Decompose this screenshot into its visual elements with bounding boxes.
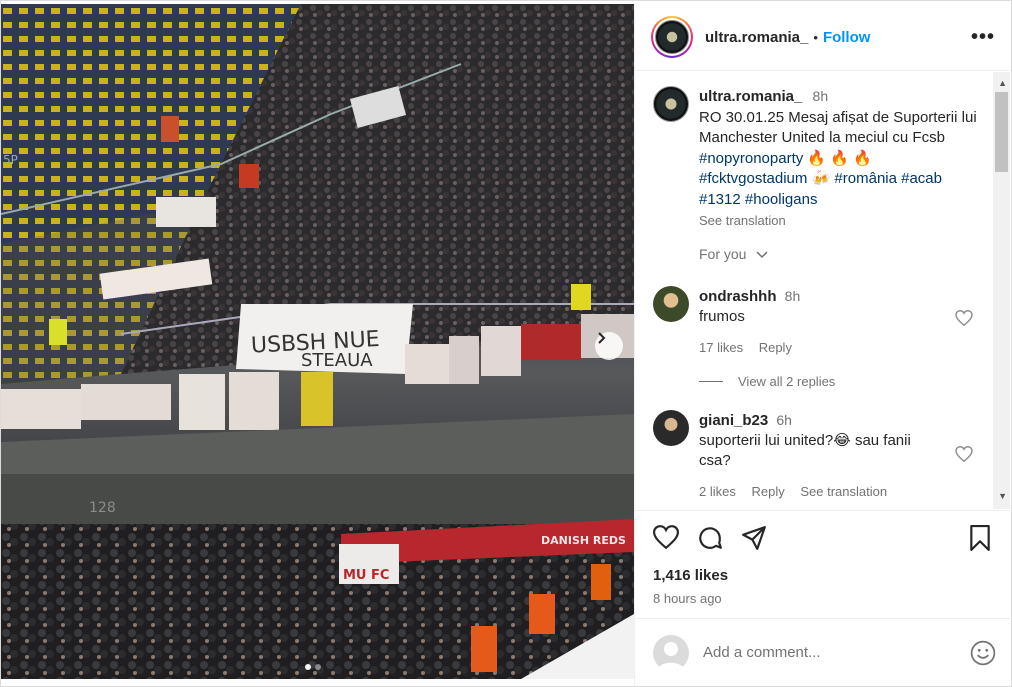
post-actions: 1,416 likes 8 hours ago	[635, 510, 1012, 618]
for-you-label: For you	[699, 246, 747, 262]
likes-count[interactable]: 1,416 likes	[653, 567, 728, 584]
hashtag-link[interactable]: #fcktvgostadium	[699, 170, 807, 187]
commenter-avatar[interactable]	[653, 286, 689, 322]
comment-item: giani_b23 6h suporterii lui united?😂 sau…	[653, 410, 973, 502]
svg-text:DANISH REDS: DANISH REDS	[541, 534, 626, 547]
scrollbar-thumb[interactable]	[995, 92, 1008, 172]
chevron-down-icon	[756, 251, 768, 259]
svg-text:STEAUA: STEAUA	[301, 350, 373, 371]
caption-avatar[interactable]	[653, 86, 689, 122]
share-send-icon[interactable]	[741, 525, 767, 551]
comment-text: suporterii lui united?😂 sau fanii csa?	[699, 432, 911, 469]
comment-likes[interactable]: 2 likes	[699, 484, 736, 499]
post-side-panel: ultra.romania_ • Follow ••• ultra.romani…	[634, 4, 1012, 686]
svg-text:5P: 5P	[3, 153, 18, 167]
hashtag-link[interactable]: #românia #acab	[834, 170, 942, 187]
user-avatar	[653, 634, 689, 671]
view-replies-link[interactable]: View all 2 replies	[699, 374, 835, 389]
author-avatar[interactable]	[651, 16, 693, 58]
like-heart-icon[interactable]	[653, 525, 679, 549]
caption: ultra.romania_ 8h RO 30.01.25 Mesaj afiș…	[653, 86, 993, 232]
commenter-username[interactable]: ondrashhh	[699, 288, 777, 305]
comments-scroll-area[interactable]: ultra.romania_ 8h RO 30.01.25 Mesaj afiș…	[635, 72, 1012, 509]
more-options-icon[interactable]: •••	[971, 26, 995, 49]
heart-icon[interactable]	[955, 446, 973, 462]
heart-icon[interactable]	[955, 310, 973, 326]
carousel-dots	[305, 664, 321, 670]
see-translation-link[interactable]: See translation	[699, 211, 993, 232]
comment-item: ondrashhh 8h frumos 17 likes Reply	[653, 286, 973, 358]
reply-button[interactable]: Reply	[759, 340, 792, 355]
comment-bubble-icon[interactable]	[697, 525, 723, 551]
beer-emoji: 🍻	[811, 170, 831, 187]
add-comment-input[interactable]: Add a comment...	[703, 644, 970, 661]
scroll-down-icon[interactable]: ▼	[998, 491, 1007, 501]
chevron-right-icon	[598, 332, 606, 344]
caption-username[interactable]: ultra.romania_	[699, 88, 802, 105]
next-image-button[interactable]	[595, 332, 623, 360]
comment-time: 6h	[776, 412, 792, 428]
commenter-avatar[interactable]	[653, 410, 689, 446]
scroll-up-icon[interactable]: ▲	[998, 78, 1007, 88]
commenter-username[interactable]: giani_b23	[699, 412, 768, 429]
post-timestamp: 8 hours ago	[653, 591, 722, 606]
flame-emoji: 🔥 🔥 🔥	[807, 149, 872, 167]
view-replies-label: View all 2 replies	[738, 374, 836, 389]
emoji-smiley-icon[interactable]	[970, 640, 996, 666]
stadium-scene: USBSH NUE STEAUA 128 5P MU FC DANISH RED…	[1, 4, 634, 679]
caption-time: 8h	[812, 88, 829, 104]
comment-text: frumos	[699, 308, 745, 325]
reply-button[interactable]: Reply	[751, 484, 784, 499]
svg-text:MU FC: MU FC	[343, 568, 389, 583]
comment-time: 8h	[784, 288, 801, 304]
post-photo[interactable]: USBSH NUE STEAUA 128 5P MU FC DANISH RED…	[1, 4, 634, 679]
follow-button[interactable]: Follow	[823, 29, 871, 46]
author-username[interactable]: ultra.romania_	[705, 29, 808, 46]
add-comment-bar: Add a comment...	[635, 618, 1012, 686]
caption-text: RO 30.01.25 Mesaj afișat de Suporterii l…	[699, 108, 977, 147]
for-you-dropdown[interactable]: For you	[699, 246, 768, 262]
carousel-dot	[305, 664, 311, 670]
comment-likes[interactable]: 17 likes	[699, 340, 743, 355]
carousel-dot	[315, 664, 321, 670]
svg-text:128: 128	[89, 500, 116, 516]
hashtag-link[interactable]: #nopyronoparty	[699, 150, 803, 167]
bookmark-icon[interactable]	[969, 525, 991, 551]
see-translation-link[interactable]: See translation	[800, 484, 887, 499]
post-header: ultra.romania_ • Follow •••	[635, 4, 1011, 71]
separator-dot: •	[813, 29, 818, 45]
hashtag-link[interactable]: #1312 #hooligans	[699, 191, 817, 208]
default-user-icon	[657, 641, 685, 671]
